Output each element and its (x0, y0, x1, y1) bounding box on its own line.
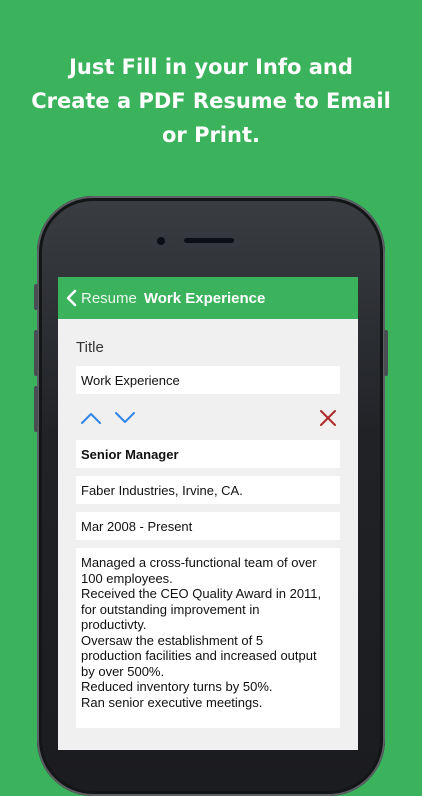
description-line: Ran senior executive meetings. (81, 694, 263, 710)
headline: Just Fill in your Info and Create a PDF … (0, 50, 422, 152)
phone-power-button (384, 330, 388, 376)
description-line: Oversaw the establishment of 5 (81, 632, 264, 648)
page-title: Work Experience (143, 289, 266, 307)
company-field[interactable]: Faber Industries, Irvine, CA. (76, 476, 340, 504)
description-line: for outstanding improvement in (81, 601, 260, 617)
position-field[interactable]: Senior Manager (76, 440, 340, 468)
phone-mute-switch (34, 284, 38, 310)
dates-field[interactable]: Mar 2008 - Present (76, 512, 340, 540)
phone-volume-up (34, 330, 38, 376)
title-field[interactable]: Work Experience (76, 366, 340, 394)
chevron-left-icon (66, 289, 77, 307)
description-textarea[interactable]: Managed a cross-functional team of over … (76, 548, 340, 728)
title-label: Title (76, 339, 104, 356)
description-line: productivty. (81, 617, 147, 632)
description-line: Received the CEO Quality Award in 2011, (81, 586, 322, 601)
description-line: production facilities and increased outp… (81, 648, 317, 663)
chevron-down-icon (115, 412, 135, 423)
navigation-bar: Resume Work Experience (58, 277, 358, 319)
chevron-up-icon (81, 413, 101, 424)
entry-controls (76, 404, 340, 432)
delete-entry-button[interactable] (316, 406, 340, 430)
phone-volume-down (34, 386, 38, 432)
headline-line-2: Create a PDF Resume to Email (31, 89, 391, 113)
headline-line-1: Just Fill in your Info and (69, 55, 353, 79)
front-camera (157, 237, 165, 245)
back-button[interactable]: Resume (66, 289, 137, 307)
headline-line-3: or Print. (161, 123, 260, 147)
description-line: by over 500%. (81, 663, 165, 679)
move-up-button[interactable] (79, 406, 103, 430)
earpiece-speaker (184, 238, 234, 243)
phone-screen: Resume Work Experience Title Work Experi… (58, 277, 358, 750)
back-button-label: Resume (81, 289, 137, 307)
close-icon (320, 410, 336, 426)
form-content: Title Work Experience Senior Manager Fab… (58, 339, 358, 728)
move-down-button[interactable] (113, 406, 137, 430)
description-line: Managed a cross-functional team of over (81, 555, 317, 570)
description-line: 100 employees. (81, 570, 173, 586)
description-line: Reduced inventory turns by 50%. (81, 679, 273, 694)
